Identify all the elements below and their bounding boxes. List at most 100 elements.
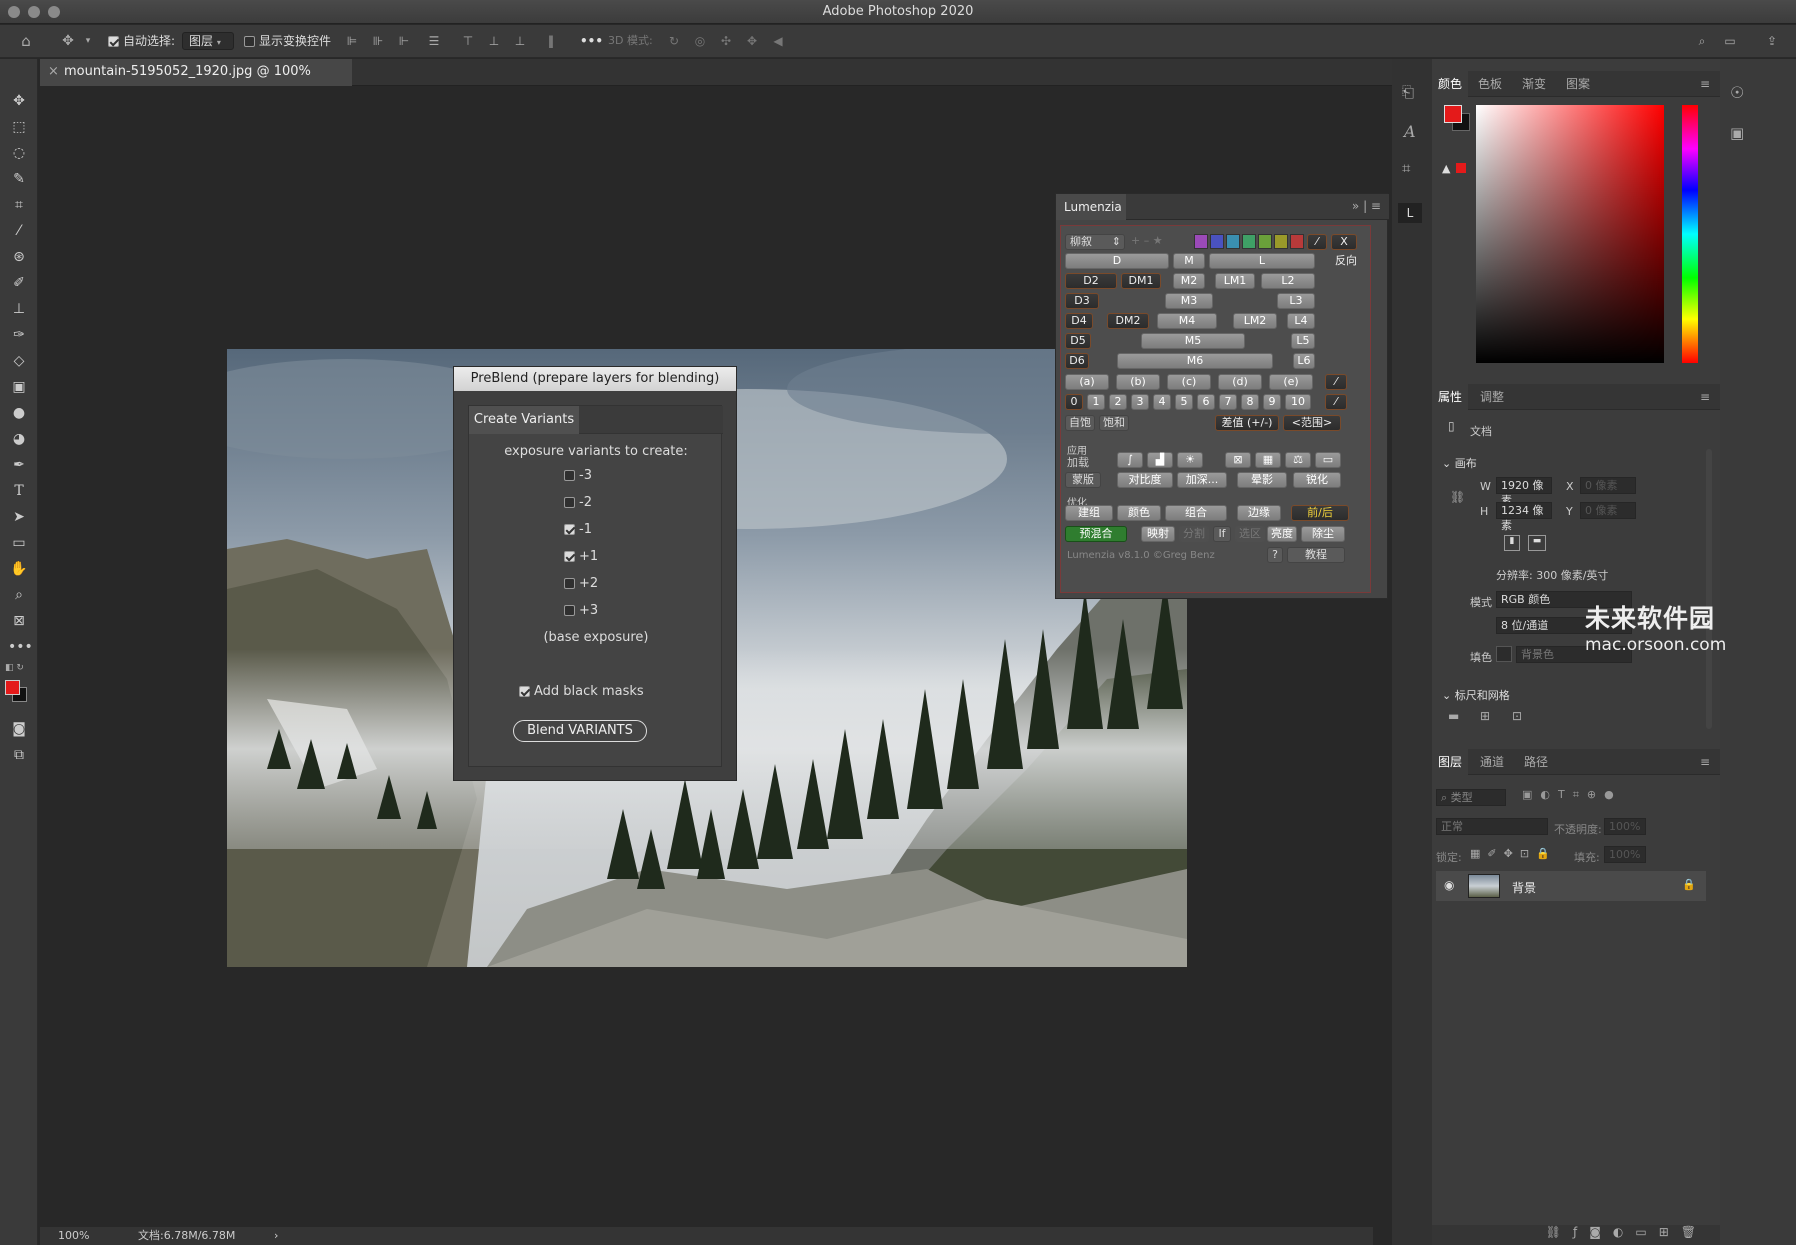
blur-tool-icon[interactable]: ● bbox=[8, 402, 30, 424]
web-safe-swatch[interactable] bbox=[1456, 163, 1466, 173]
dodge-burn-button[interactable]: 加深... bbox=[1177, 472, 1227, 488]
workspace-icon[interactable]: ▭ bbox=[1722, 34, 1738, 48]
tab-gradients[interactable]: 渐变 bbox=[1522, 71, 1546, 97]
before-after-button[interactable]: 前/后 bbox=[1291, 505, 1349, 521]
hand-tool-icon[interactable]: ✋ bbox=[8, 558, 30, 580]
align-right-icon[interactable]: ⊩ bbox=[396, 34, 412, 48]
mask-button-d6[interactable]: D6 bbox=[1065, 353, 1089, 369]
difference-button[interactable]: 差值 (+/-) bbox=[1215, 415, 1279, 431]
align-center-icon[interactable]: ⊪ bbox=[370, 34, 386, 48]
fill-swatch[interactable] bbox=[1496, 646, 1512, 662]
default-colors-icon[interactable]: ◧ ↻ bbox=[5, 663, 24, 673]
add-remove-icons[interactable]: + – ★ bbox=[1131, 234, 1163, 247]
tab-color[interactable]: 颜色 bbox=[1432, 71, 1469, 97]
auto-select-dropdown[interactable]: 图层 ▾ bbox=[182, 32, 234, 50]
if-button[interactable]: If bbox=[1213, 526, 1231, 542]
tab-properties[interactable]: 属性 bbox=[1432, 384, 1469, 410]
portrait-icon[interactable]: ▮ bbox=[1504, 535, 1520, 551]
brightness-icon[interactable]: ☀ bbox=[1177, 452, 1203, 468]
level-button-3[interactable]: 3 bbox=[1131, 394, 1149, 410]
dodge-tool-icon[interactable]: ◕ bbox=[8, 428, 30, 450]
3d-roll-icon[interactable]: ◎ bbox=[692, 34, 708, 48]
sharpen-button[interactable]: 锐化 bbox=[1293, 472, 1341, 488]
fill-pct-field[interactable]: 100% bbox=[1604, 846, 1646, 863]
home-icon[interactable]: ⌂ bbox=[18, 34, 34, 49]
edge-button[interactable]: 边缘 bbox=[1237, 505, 1281, 521]
align-left-icon[interactable]: ⊫ bbox=[344, 34, 360, 48]
color-swatch-cyan[interactable] bbox=[1226, 234, 1240, 249]
blank-layer-icon[interactable]: ▭ bbox=[1315, 452, 1341, 468]
opacity-field[interactable]: 100% bbox=[1604, 818, 1646, 835]
group-button[interactable]: 建组 bbox=[1065, 505, 1113, 521]
distribute-icon[interactable]: ☰ bbox=[426, 34, 442, 48]
color-swatch-yellowgreen[interactable] bbox=[1258, 234, 1272, 249]
eye-icon[interactable]: ◉ bbox=[1444, 878, 1454, 892]
marquee-tool-icon[interactable]: ⬚ bbox=[8, 116, 30, 138]
variant-checkbox-plus3[interactable]: +3 bbox=[564, 603, 598, 618]
mask-button-m3[interactable]: M3 bbox=[1165, 293, 1213, 309]
3d-orbit-icon[interactable]: ↻ bbox=[666, 34, 682, 48]
mask-button-l2[interactable]: L2 bbox=[1261, 273, 1315, 289]
balance-icon[interactable]: ⚖ bbox=[1285, 452, 1311, 468]
crop-tool-icon[interactable]: ⌗ bbox=[8, 194, 30, 216]
align-middle-icon[interactable]: ⊥ bbox=[486, 34, 502, 48]
mask-button-d[interactable]: D bbox=[1065, 253, 1169, 269]
eraser-tool-icon[interactable]: ◇ bbox=[8, 350, 30, 372]
eyedropper-icon[interactable]: ⁄ bbox=[1307, 234, 1327, 250]
color-swatch-yellow[interactable] bbox=[1274, 234, 1288, 249]
mask-button-m6[interactable]: M6 bbox=[1117, 353, 1273, 369]
level-button-4[interactable]: 4 bbox=[1153, 394, 1171, 410]
mask-button-m[interactable]: M bbox=[1173, 253, 1205, 269]
quick-mask-icon[interactable]: ◙ bbox=[8, 718, 30, 740]
panel-menu-icon[interactable]: » | ≡ bbox=[1352, 199, 1381, 213]
luminosity-button[interactable]: 亮度 bbox=[1267, 526, 1297, 542]
color-swatch-blue[interactable] bbox=[1210, 234, 1224, 249]
eyedropper-tool-icon[interactable]: ⁄ bbox=[8, 220, 30, 242]
curves-icon[interactable]: ∫ bbox=[1117, 452, 1143, 468]
level-button-6[interactable]: 6 bbox=[1197, 394, 1215, 410]
color-button[interactable]: 颜色 bbox=[1117, 505, 1161, 521]
mask-button-l3[interactable]: L3 bbox=[1277, 293, 1315, 309]
tab-layers[interactable]: 图层 bbox=[1432, 749, 1469, 775]
history-icon[interactable]: ⎗ bbox=[1402, 83, 1414, 101]
dust-button[interactable]: 除尘 bbox=[1301, 526, 1345, 542]
level-button-0[interactable]: 0 bbox=[1065, 394, 1083, 410]
panel-menu-icon[interactable]: ≡ bbox=[1700, 749, 1710, 775]
panel-menu-icon[interactable]: ≡ bbox=[1700, 71, 1710, 97]
frame-tool-icon[interactable]: ⊠ bbox=[8, 610, 30, 632]
crop-icon[interactable]: ⌗ bbox=[1402, 159, 1410, 177]
layer-row[interactable]: ◉ 背景 🔒 bbox=[1436, 871, 1706, 901]
variant-checkbox-minus1[interactable]: -1 bbox=[564, 522, 592, 537]
layer-filter-icons[interactable]: ▣◐T⌗⊕● bbox=[1522, 788, 1622, 802]
type-tool-icon[interactable]: T bbox=[8, 480, 30, 502]
blend-variants-button[interactable]: Blend VARIANTS bbox=[513, 720, 647, 742]
level-button-10[interactable]: 10 bbox=[1285, 394, 1311, 410]
level-eyedropper-icon[interactable]: ⁄ bbox=[1325, 394, 1347, 410]
mask-button-dm1[interactable]: DM1 bbox=[1121, 273, 1161, 289]
path-select-icon[interactable]: ➤ bbox=[8, 506, 30, 528]
variant-checkbox-plus1[interactable]: +1 bbox=[564, 549, 598, 564]
zone-button-b[interactable]: (b) bbox=[1116, 374, 1160, 390]
x-field[interactable]: 0 像素 bbox=[1580, 477, 1636, 494]
chevron-down-icon[interactable]: ▾ bbox=[80, 34, 96, 48]
hue-slider[interactable] bbox=[1682, 105, 1698, 363]
tab-create-variants[interactable]: Create Variants bbox=[469, 406, 579, 434]
mask-apply-button[interactable]: 蒙版 bbox=[1065, 472, 1101, 488]
mask-button-lm2[interactable]: LM2 bbox=[1233, 313, 1277, 329]
mask-button-d2[interactable]: D2 bbox=[1065, 273, 1117, 289]
zone-button-d[interactable]: (d) bbox=[1218, 374, 1262, 390]
libraries-icon[interactable]: ▣ bbox=[1730, 124, 1744, 142]
y-field[interactable]: 0 像素 bbox=[1580, 502, 1636, 519]
tutorial-button[interactable]: 教程 bbox=[1287, 547, 1345, 563]
mask-button-d5[interactable]: D5 bbox=[1065, 333, 1091, 349]
auto-sat-button[interactable]: 自饱 bbox=[1065, 415, 1095, 431]
panel-menu-icon[interactable]: ≡ bbox=[1700, 384, 1710, 410]
add-black-masks-checkbox[interactable]: Add black masks bbox=[519, 684, 644, 699]
layer-filter-select[interactable]: ⌕ 类型 bbox=[1436, 789, 1506, 806]
show-transform-checkbox[interactable]: 显示变换控件 bbox=[244, 31, 331, 51]
mask-button-l5[interactable]: L5 bbox=[1291, 333, 1315, 349]
layers-footer-icons[interactable]: ⛓ƒ◙◐▭⊞🗑 bbox=[1432, 1225, 1720, 1245]
brush-tool-icon[interactable]: ✐ bbox=[8, 272, 30, 294]
healing-tool-icon[interactable]: ⊛ bbox=[8, 246, 30, 268]
status-menu-arrow[interactable]: › bbox=[274, 1227, 278, 1245]
